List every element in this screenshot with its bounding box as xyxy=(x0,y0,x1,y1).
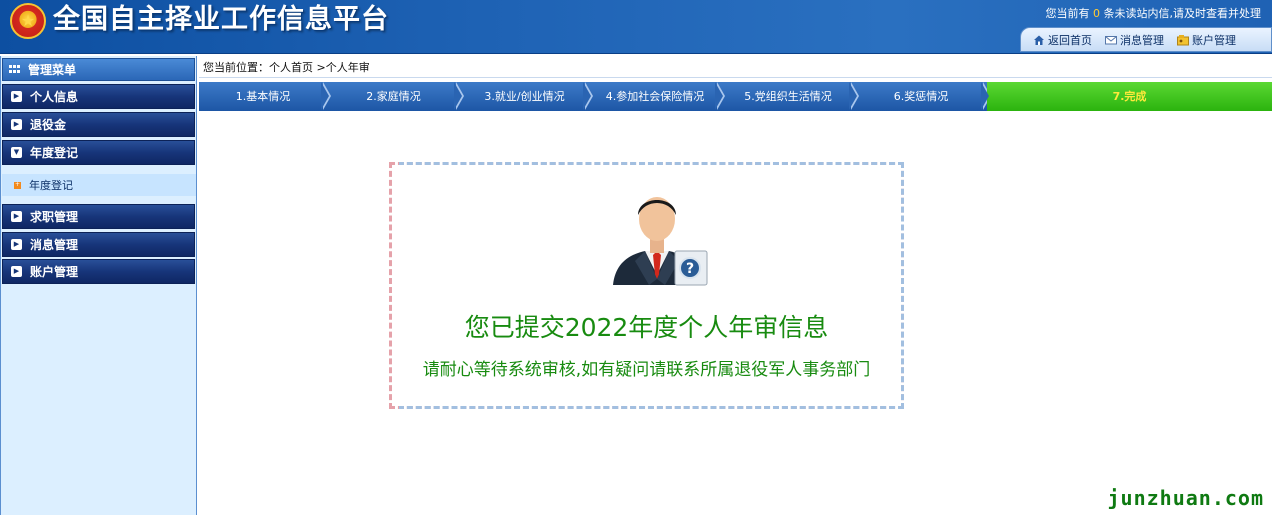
expand-icon: ▶ xyxy=(11,266,22,277)
notice-suffix: 条未读站内信,请及时查看并处理 xyxy=(1103,7,1262,20)
menu-grid-icon xyxy=(9,64,22,75)
sidebar-item-annual-registration[interactable]: ▼ 年度登记 xyxy=(2,140,195,165)
step-basic-info[interactable]: 1.基本情况 xyxy=(199,82,331,111)
bullet-icon: + xyxy=(14,181,21,189)
collapse-icon: ▼ xyxy=(11,147,22,158)
sidebar: 管理菜单 ▶ 个人信息 ▶ 退役金 ▼ 年度登记 + 年度登记 ▶ 求职管理 ▶… xyxy=(0,56,197,515)
step-employment-info[interactable]: 3.就业/创业情况 xyxy=(460,82,593,111)
step-rewards-penalties[interactable]: 6.奖惩情况 xyxy=(855,82,991,111)
step-family-info[interactable]: 2.家庭情况 xyxy=(327,82,464,111)
submission-subtitle: 请耐心等待系统审核,如有疑问请联系所属退役军人事务部门 xyxy=(422,360,871,380)
site-title: 全国自主择业工作信息平台 xyxy=(53,4,389,35)
nav-account-label: 账户管理 xyxy=(1192,33,1236,47)
sidebar-item-retirement-pay[interactable]: ▶ 退役金 xyxy=(2,112,195,137)
sidebar-item-label: 个人信息 xyxy=(30,90,79,104)
sidebar-title: 管理菜单 xyxy=(28,63,77,77)
sidebar-subitem-label: 年度登记 xyxy=(29,179,73,192)
nav-home-link[interactable]: 返回首页 xyxy=(1033,31,1092,49)
submission-title: 您已提交2022年度个人年审信息 xyxy=(464,313,829,342)
submission-status-box: ? 您已提交2022年度个人年审信息 请耐心等待系统审核,如有疑问请联系所属退役… xyxy=(389,162,904,409)
mail-icon xyxy=(1105,34,1117,46)
sidebar-item-personal-info[interactable]: ▶ 个人信息 xyxy=(2,84,195,109)
expand-icon: ▶ xyxy=(11,239,22,250)
unread-notice: 您当前有 0 条未读站内信,请及时查看并处理 xyxy=(1046,7,1262,21)
svg-text:?: ? xyxy=(686,261,694,277)
step-party-life[interactable]: 5.党组织生活情况 xyxy=(721,82,859,111)
sidebar-item-label: 求职管理 xyxy=(30,210,79,224)
watermark: junzhuan.com xyxy=(1107,486,1264,510)
sidebar-header: 管理菜单 xyxy=(2,58,195,81)
sidebar-item-label: 退役金 xyxy=(30,118,67,132)
account-icon xyxy=(1177,34,1189,46)
nav-messages-label: 消息管理 xyxy=(1120,33,1164,47)
nav-messages-link[interactable]: 消息管理 xyxy=(1105,31,1164,49)
expand-icon: ▶ xyxy=(11,91,22,102)
sidebar-item-label: 消息管理 xyxy=(30,238,79,252)
unread-count[interactable]: 0 xyxy=(1093,7,1100,20)
sidebar-item-label: 年度登记 xyxy=(30,146,79,160)
site-header: ★ 全国自主择业工作信息平台 您当前有 0 条未读站内信,请及时查看并处理 返回… xyxy=(0,0,1272,54)
sidebar-subitem-annual-registration[interactable]: + 年度登记 xyxy=(2,174,196,196)
step-social-insurance[interactable]: 4.参加社会保险情况 xyxy=(589,82,725,111)
top-navigation: 返回首页 消息管理 账户管理 xyxy=(1020,27,1272,52)
national-emblem-icon: ★ xyxy=(10,3,46,39)
sidebar-item-label: 账户管理 xyxy=(30,265,79,279)
sidebar-item-account[interactable]: ▶ 账户管理 xyxy=(2,259,195,284)
home-icon xyxy=(1033,34,1045,46)
expand-icon: ▶ xyxy=(11,211,22,222)
step-complete[interactable]: 7.完成 xyxy=(987,82,1272,111)
nav-account-link[interactable]: 账户管理 xyxy=(1177,31,1236,49)
user-query-icon: ? xyxy=(605,185,709,289)
app-window: ★ 全国自主择业工作信息平台 您当前有 0 条未读站内信,请及时查看并处理 返回… xyxy=(0,0,1272,515)
breadcrumb: 您当前位置：个人首页 >个人年审 xyxy=(199,58,1272,78)
nav-home-label: 返回首页 xyxy=(1048,33,1092,47)
step-progress-bar: 1.基本情况 2.家庭情况 3.就业/创业情况 4.参加社会保险情况 5.党组织… xyxy=(199,82,1272,111)
sidebar-item-job-seeking[interactable]: ▶ 求职管理 xyxy=(2,204,195,229)
notice-prefix: 您当前有 xyxy=(1045,7,1090,20)
sidebar-item-messages[interactable]: ▶ 消息管理 xyxy=(2,232,195,257)
expand-icon: ▶ xyxy=(11,119,22,130)
